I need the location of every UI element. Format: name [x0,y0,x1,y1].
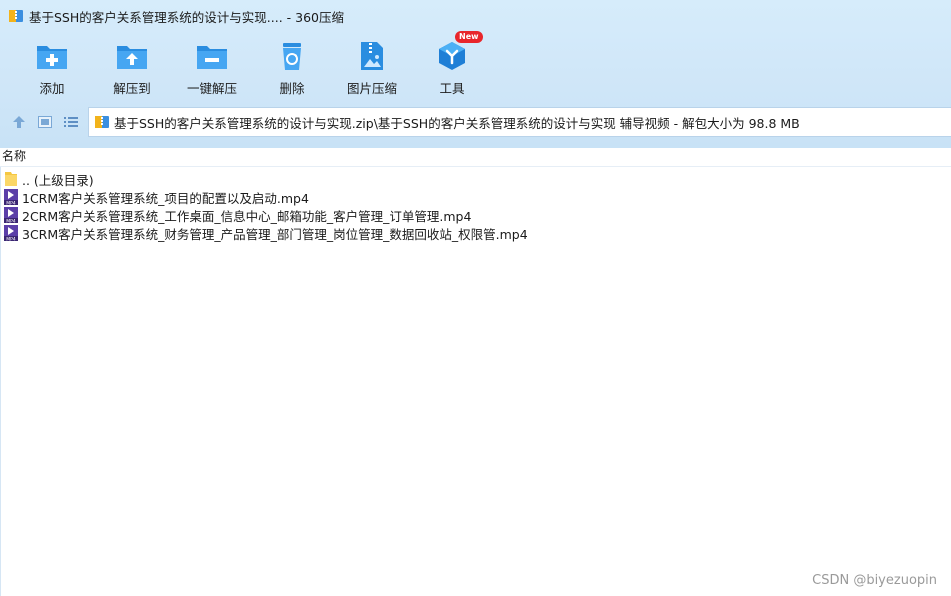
delete-button[interactable]: 删除 [252,38,332,98]
list-item[interactable]: MP4 2CRM客户关系管理系统_工作桌面_信息中心_邮箱功能_客户管理_订单管… [0,206,951,224]
add-label: 添加 [39,81,65,96]
extract-to-folder-icon [117,46,147,69]
image-compress-label: 图片压缩 [346,81,397,96]
svg-text:MP4: MP4 [6,201,16,206]
one-click-extract-icon [197,46,227,69]
extract-to-button[interactable]: 解压到 [92,38,172,98]
file-name: 1CRM客户关系管理系统_项目的配置以及启动.mp4 [22,190,309,206]
watermark-text: CSDN @biyezuopin [812,573,937,588]
new-badge: New [455,31,483,43]
list-view-icon [64,117,78,127]
one-click-extract-button[interactable]: 一键解压 [172,38,252,98]
column-header: 名称 [0,148,951,167]
up-button[interactable] [9,112,29,132]
add-folder-icon [37,46,67,69]
tools-label: 工具 [439,81,465,96]
file-name: 3CRM客户关系管理系统_财务管理_产品管理_部门管理_岗位管理_数据回收站_权… [22,226,528,242]
image-compress-button[interactable]: 图片压缩 [332,38,412,98]
list-view-button[interactable] [61,112,81,132]
image-compress-icon [361,42,383,70]
navigation-bar: 基于SSH的客户关系管理系统的设计与实现.zip\基于SSH的客户关系管理系统的… [0,106,951,138]
folder-icon [5,172,17,186]
zip-archive-icon [9,10,23,22]
file-list: .. (上级目录) MP4 1CRM客户关系管理系统_项目的配置以及启动.mp4… [0,170,951,242]
preview-icon [38,116,52,128]
top-chrome: 基于SSH的客户关系管理系统的设计与实现.... - 360压缩 添加 解压到 [0,0,951,148]
tools-cube-icon [439,42,465,70]
recycle-bin-icon [283,43,301,70]
extract-to-label: 解压到 [113,81,151,96]
file-name: .. (上级目录) [22,172,94,188]
one-click-extract-label: 一键解压 [186,81,237,96]
list-item[interactable]: MP4 3CRM客户关系管理系统_财务管理_产品管理_部门管理_岗位管理_数据回… [0,224,951,242]
tools-button[interactable]: New 工具 [412,31,492,98]
address-bar[interactable]: 基于SSH的客户关系管理系统的设计与实现.zip\基于SSH的客户关系管理系统的… [88,107,951,137]
add-button[interactable]: 添加 [12,38,92,98]
svg-text:MP4: MP4 [6,219,16,224]
list-item[interactable]: MP4 1CRM客户关系管理系统_项目的配置以及启动.mp4 [0,188,951,206]
list-item-parent-directory[interactable]: .. (上级目录) [0,170,951,188]
main-toolbar: 添加 解压到 一键解压 删除 图片压缩 New 工具 [0,31,951,98]
mp4-file-icon: MP4 [4,225,18,242]
delete-label: 删除 [279,81,305,96]
zip-archive-icon [95,116,109,128]
column-name-header[interactable]: 名称 [2,148,26,164]
svg-text:MP4: MP4 [6,237,16,242]
title-bar: 基于SSH的客户关系管理系统的设计与实现.... - 360压缩 [0,0,951,32]
window-title: 基于SSH的客户关系管理系统的设计与实现.... - 360压缩 [29,9,344,25]
mp4-file-icon: MP4 [4,207,18,224]
file-name: 2CRM客户关系管理系统_工作桌面_信息中心_邮箱功能_客户管理_订单管理.mp… [22,208,472,224]
mp4-file-icon: MP4 [4,189,18,206]
address-path: 基于SSH的客户关系管理系统的设计与实现.zip\基于SSH的客户关系管理系统的… [114,115,800,131]
preview-view-button[interactable] [35,112,55,132]
up-arrow-icon [13,116,25,128]
